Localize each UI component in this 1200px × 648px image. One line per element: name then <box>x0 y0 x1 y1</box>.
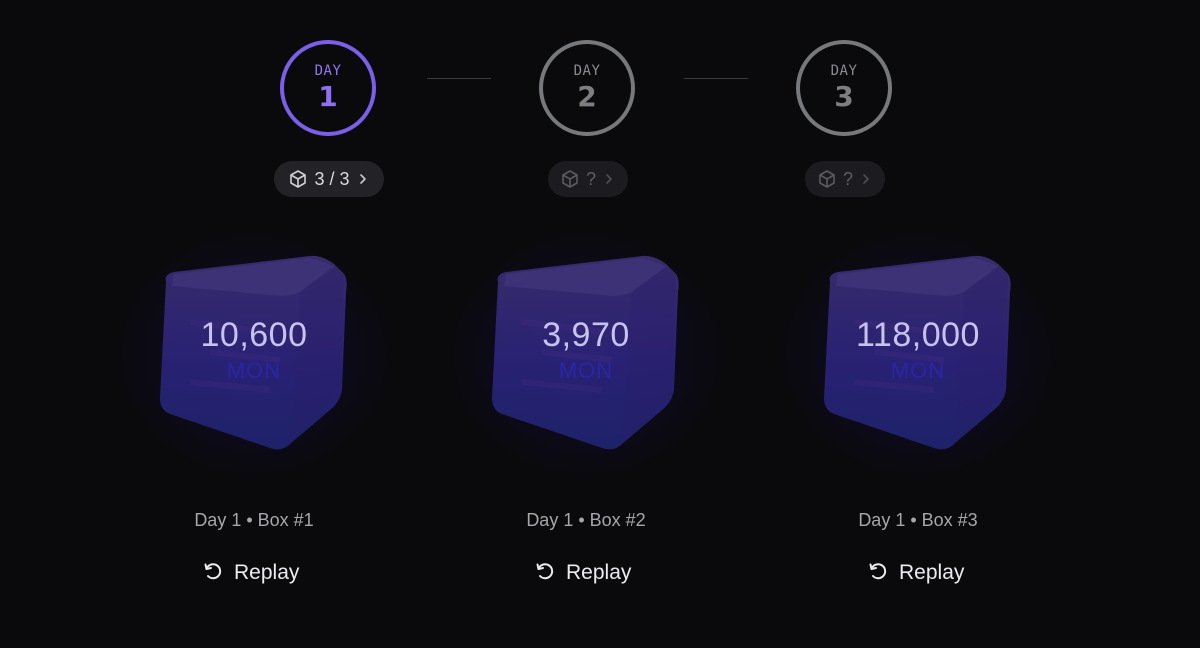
box-3-amount: 118,000 <box>856 316 980 354</box>
chevron-right-icon <box>859 172 873 186</box>
replay-icon <box>867 560 889 587</box>
day-3-box-count-pill[interactable]: ? <box>805 161 885 197</box>
day-3-box-count: ? <box>842 168 853 189</box>
day-2-step[interactable]: DAY 2 <box>539 40 635 136</box>
box-1-caption: Day 1 • Box #1 <box>194 510 314 530</box>
cube-icon <box>560 169 580 189</box>
box-3-unit: MON <box>890 358 946 383</box>
day-3-label: DAY <box>830 63 858 79</box>
box-3-replay-label: Replay <box>899 561 965 584</box>
cube-image <box>492 255 679 450</box>
replay-icon <box>202 560 224 587</box>
box-1-amount: 10,600 <box>200 316 308 354</box>
day-2-box-count: ? <box>585 168 596 189</box>
box-2-caption: Day 1 • Box #2 <box>526 510 646 530</box>
day-1-box-count-pill[interactable]: 3 / 3 <box>274 161 384 197</box>
day-2-number: 2 <box>577 80 597 113</box>
day-1-step[interactable]: DAY 1 <box>280 40 376 136</box>
day-2-label: DAY <box>573 63 601 79</box>
cube-image <box>160 255 347 450</box>
step-connector-2-3 <box>684 78 748 79</box>
step-connector-1-2 <box>427 78 491 79</box>
box-1-replay-label: Replay <box>234 561 300 584</box>
cube-icon <box>817 169 837 189</box>
day-1-number: 1 <box>318 80 338 113</box>
day-1-label: DAY <box>314 63 342 79</box>
box-1-replay-button[interactable]: Replay <box>202 556 299 590</box>
box-3-replay-button[interactable]: Replay <box>867 556 964 590</box>
day-1-box-count: 3 / 3 <box>314 168 350 189</box>
mystery-box-1[interactable]: 10,600 MON <box>114 230 394 480</box>
box-3-caption: Day 1 • Box #3 <box>858 510 978 530</box>
box-2-replay-button[interactable]: Replay <box>534 556 631 590</box>
box-2-replay-label: Replay <box>566 561 632 584</box>
chevron-right-icon <box>356 172 370 186</box>
cube-image <box>824 255 1011 450</box>
chevron-right-icon <box>602 172 616 186</box>
box-2-amount: 3,970 <box>542 316 630 354</box>
cube-icon <box>288 169 308 189</box>
day-3-step[interactable]: DAY 3 <box>796 40 892 136</box>
mystery-box-2[interactable]: 3,970 MON <box>446 230 726 480</box>
box-2-unit: MON <box>558 358 614 383</box>
box-1-unit: MON <box>226 358 282 383</box>
replay-icon <box>534 560 556 587</box>
day-2-box-count-pill[interactable]: ? <box>548 161 628 197</box>
mystery-box-results: DAY 1 DAY 2 DAY 3 3 / 3 ? ? 10,600 MON 3… <box>0 0 1200 648</box>
day-3-number: 3 <box>834 80 854 113</box>
mystery-box-3[interactable]: 118,000 MON <box>778 230 1058 480</box>
